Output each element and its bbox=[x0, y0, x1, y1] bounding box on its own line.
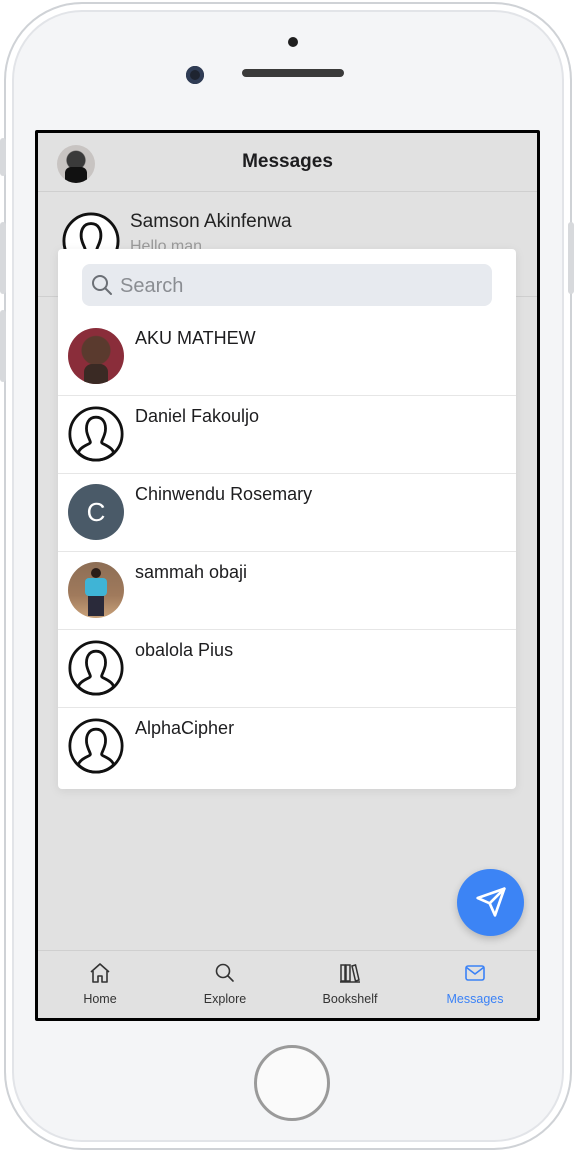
tab-messages[interactable]: Messages bbox=[413, 951, 537, 1018]
tab-explore[interactable]: Explore bbox=[163, 951, 287, 1018]
search-result-row[interactable]: obalola Pius bbox=[58, 630, 516, 708]
page-title: Messages bbox=[242, 151, 333, 172]
search-result-row[interactable]: sammah obaji bbox=[58, 552, 516, 630]
mail-icon bbox=[465, 965, 485, 981]
screen: Messages Samson Akinfenwa Hello man Sear… bbox=[35, 130, 540, 1021]
volume-down-button bbox=[0, 310, 6, 382]
result-name: Daniel Fakouljo bbox=[135, 406, 260, 426]
send-icon bbox=[476, 887, 506, 917]
power-button bbox=[568, 222, 574, 294]
search-input[interactable] bbox=[118, 264, 482, 308]
mute-switch bbox=[0, 138, 6, 176]
tab-bar: Home Explore Bookshelf Messages bbox=[38, 950, 537, 1018]
default-user-icon bbox=[68, 718, 124, 774]
result-name: obalola Pius bbox=[135, 640, 234, 660]
new-message-button[interactable] bbox=[457, 869, 524, 936]
search-result-row[interactable]: Daniel Fakouljo bbox=[58, 396, 516, 474]
search-popup: AKU MATHEW Daniel Fakouljo C Chinwendu R… bbox=[58, 249, 516, 789]
avatar-letter-text: C bbox=[68, 484, 124, 540]
avatar-photo bbox=[68, 562, 124, 618]
home-icon bbox=[90, 963, 110, 983]
proximity-sensor bbox=[288, 37, 298, 47]
search-icon bbox=[92, 275, 112, 295]
avatar-letter: C bbox=[68, 484, 124, 540]
default-user-icon bbox=[68, 406, 124, 462]
default-user-icon bbox=[68, 640, 124, 696]
result-name: Chinwendu Rosemary bbox=[135, 484, 313, 504]
conversation-name: Samson Akinfenwa bbox=[130, 211, 292, 232]
tab-label: Home bbox=[83, 992, 117, 1006]
result-name: AKU MATHEW bbox=[135, 328, 256, 348]
tab-label: Messages bbox=[446, 992, 504, 1006]
front-camera bbox=[186, 66, 204, 84]
result-name: AlphaCipher bbox=[135, 718, 235, 738]
tab-bookshelf[interactable]: Bookshelf bbox=[288, 951, 412, 1018]
volume-up-button bbox=[0, 222, 6, 294]
search-result-row[interactable]: AlphaCipher bbox=[58, 708, 516, 785]
search-result-row[interactable]: C Chinwendu Rosemary bbox=[58, 474, 516, 552]
avatar-photo bbox=[68, 328, 124, 384]
bookshelf-icon bbox=[340, 964, 360, 983]
search-bar[interactable] bbox=[82, 264, 492, 308]
earpiece-speaker bbox=[242, 69, 344, 77]
tab-home[interactable]: Home bbox=[38, 951, 162, 1018]
search-result-row[interactable]: AKU MATHEW bbox=[58, 318, 516, 396]
header: Messages bbox=[38, 133, 537, 192]
search-icon bbox=[215, 963, 234, 982]
tab-label: Bookshelf bbox=[322, 992, 378, 1006]
result-name: sammah obaji bbox=[135, 562, 248, 582]
app-viewport: Messages Samson Akinfenwa Hello man Sear… bbox=[38, 133, 537, 1018]
tab-label: Explore bbox=[203, 992, 247, 1006]
home-hardware-button[interactable] bbox=[254, 1045, 330, 1121]
